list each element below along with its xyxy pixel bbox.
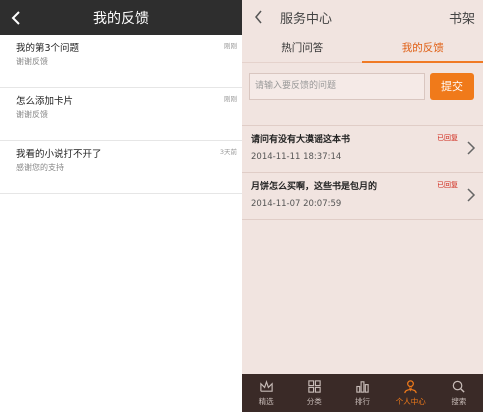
feedback-list-item[interactable]: 我看的小说打不开了 感谢您的支持 3天前 [0,141,242,194]
feedback-input-row: 请输入要反馈的问题 提交 [242,63,483,109]
page-title: 服务中心 [280,12,333,27]
nav-item-category[interactable]: 分类 [290,374,338,412]
nav-label: 精选 [258,397,274,406]
left-feedback-screen: 我的反馈 我的第3个问题 谢谢反馈 刚刚 怎么添加卡片 谢谢反馈 刚刚 我看的小… [0,0,242,412]
left-header: 我的反馈 [0,0,242,35]
page-title: 我的反馈 [93,10,149,27]
bottom-nav: 精选 分类 排行 个人中心 搜索 [242,374,483,412]
bookshelf-link[interactable]: 书架 [449,8,475,27]
tab-my-feedback[interactable]: 我的反馈 [363,35,483,62]
feedback-date: 2014-11-07 20:07:59 [251,199,342,209]
nav-item-search[interactable]: 搜索 [435,374,483,412]
tab-bar: 热门问答 我的反馈 [242,35,483,63]
back-arrow-icon [254,10,262,24]
feedback-question: 我看的小说打不开了 [16,149,102,160]
feedback-list-item[interactable]: 怎么添加卡片 谢谢反馈 刚刚 [0,88,242,141]
search-icon [453,380,466,393]
bar-chart-icon [356,381,369,393]
feedback-list-item[interactable]: 月饼怎么买啊，这些书是包月的 2014-11-07 20:07:59 已回复 [242,173,483,220]
feedback-time: 刚刚 [224,42,237,50]
feedback-input[interactable]: 请输入要反馈的问题 [249,73,425,100]
back-arrow-icon [11,11,20,25]
crown-icon [259,380,273,392]
back-button[interactable] [251,8,265,26]
chevron-right-icon [467,141,476,155]
service-center-screen: 服务中心 书架 热门问答 我的反馈 请输入要反馈的问题 提交 请问有没有大漠谣这… [242,0,483,412]
right-header: 服务中心 书架 [242,0,483,35]
nav-label: 搜索 [451,397,467,406]
chevron-right-icon [467,188,476,202]
nav-item-featured[interactable]: 精选 [242,374,290,412]
feedback-reply: 感谢您的支持 [16,163,64,172]
nav-label: 个人中心 [395,397,426,406]
nav-item-profile[interactable]: 个人中心 [387,374,435,412]
feedback-date: 2014-11-11 18:37:14 [251,152,342,162]
nav-label: 分类 [306,397,322,406]
grid-icon [308,380,321,393]
back-button[interactable] [8,8,24,28]
feedback-list-item[interactable]: 请问有没有大漠谣这本书 2014-11-11 18:37:14 已回复 [242,126,483,173]
tab-hot-qa[interactable]: 热门问答 [242,35,363,62]
submit-button[interactable]: 提交 [430,73,474,100]
status-badge: 已回复 [437,181,458,189]
feedback-question: 怎么添加卡片 [16,96,74,107]
feedback-time: 3天前 [219,148,237,156]
feedback-reply: 谢谢反馈 [16,110,48,119]
feedback-list-item[interactable]: 我的第3个问题 谢谢反馈 刚刚 [0,35,242,88]
nav-label: 排行 [355,397,370,406]
feedback-reply: 谢谢反馈 [16,57,48,66]
feedback-time: 刚刚 [224,95,237,103]
nav-item-ranking[interactable]: 排行 [338,374,386,412]
section-divider [242,109,483,126]
user-icon [404,380,417,394]
status-badge: 已回复 [437,134,458,142]
feedback-question: 我的第3个问题 [16,43,80,54]
